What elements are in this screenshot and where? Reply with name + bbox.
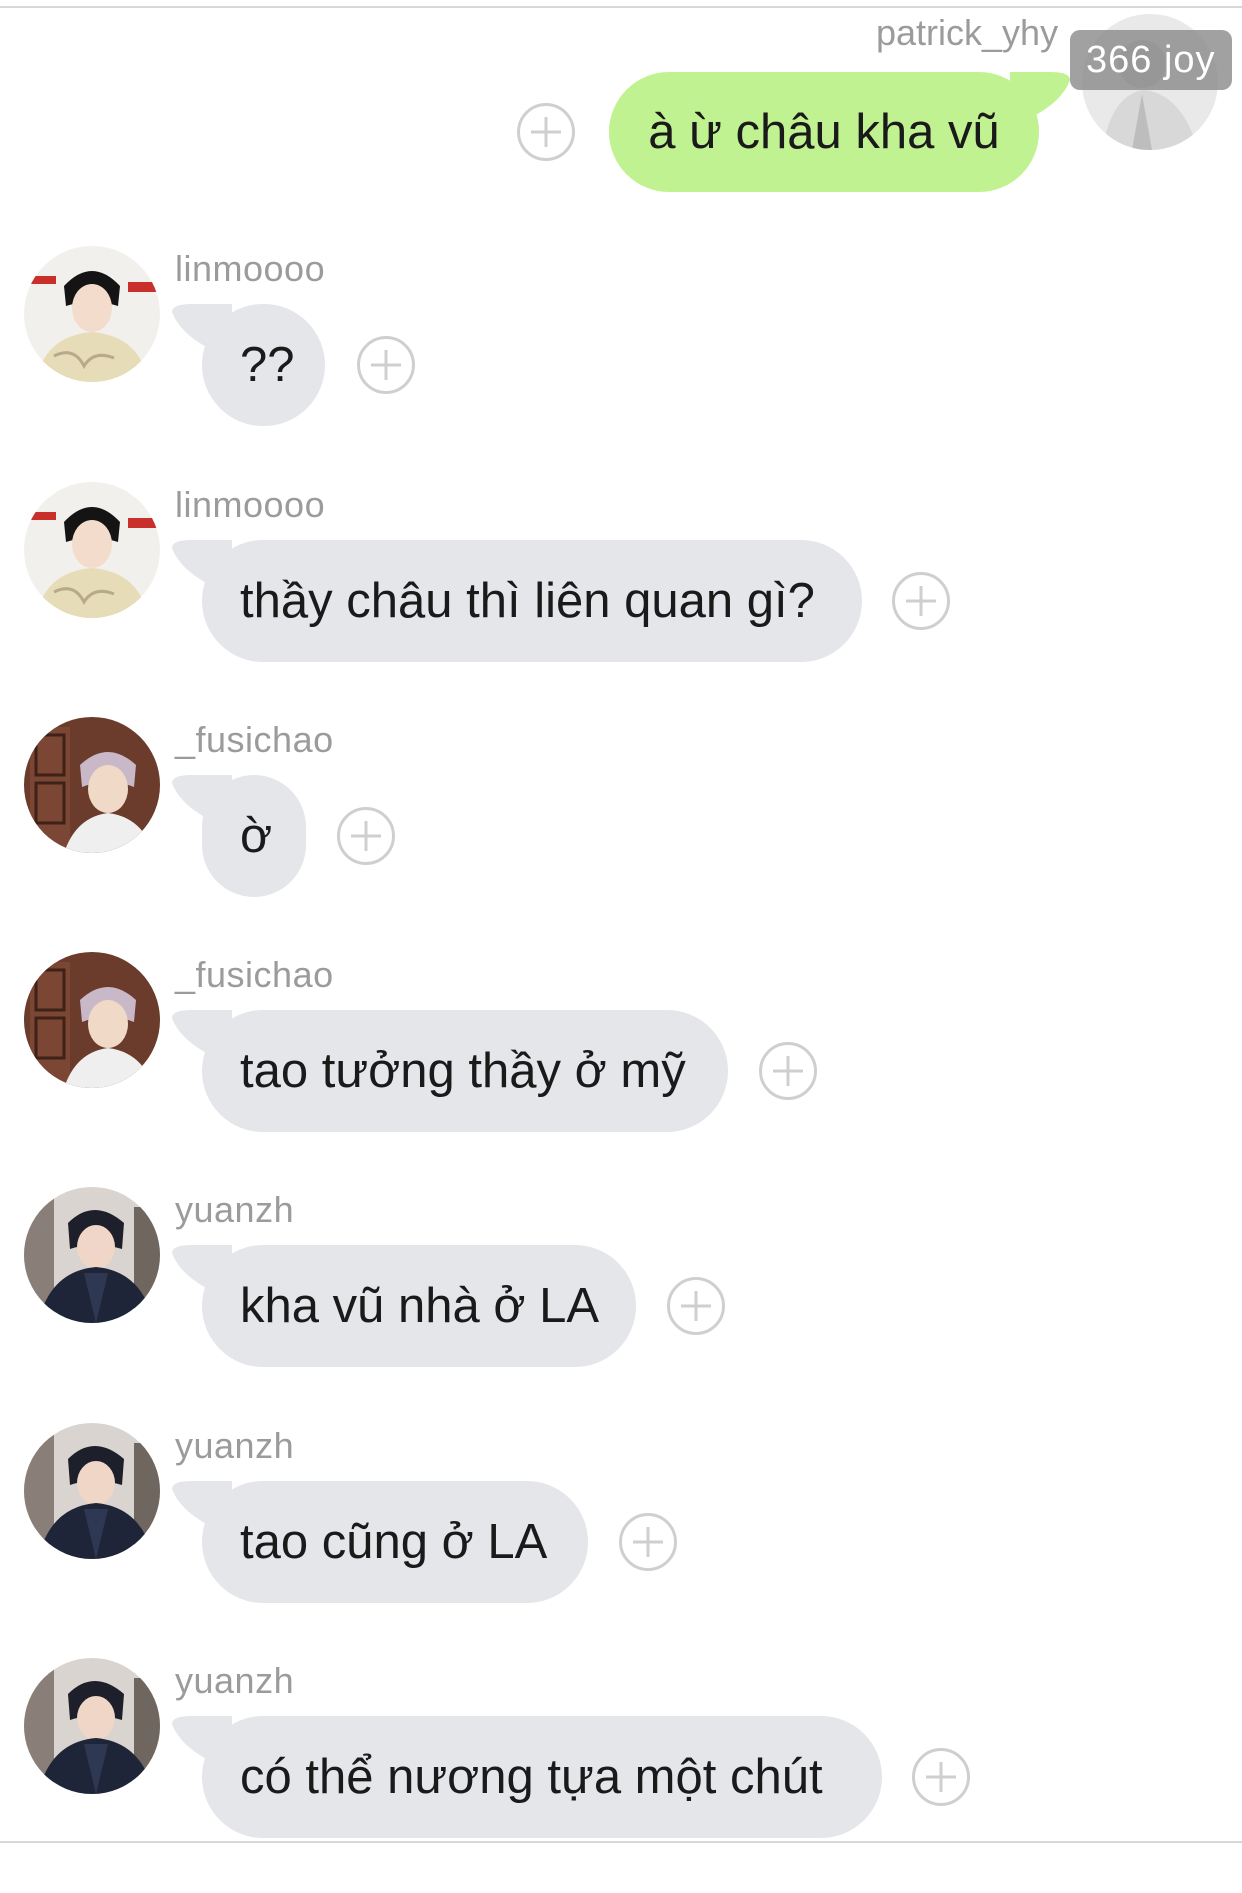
message-text: à ừ châu kha vũ bbox=[648, 105, 1000, 159]
message-row: yuanzh tao cũng ở LA bbox=[0, 1423, 1242, 1658]
message-bubble[interactable]: kha vũ nhà ở LA bbox=[202, 1245, 636, 1367]
add-reaction-icon[interactable] bbox=[357, 336, 415, 394]
message-row: linmoooo thầy châu thì liên quan gì? bbox=[0, 482, 1242, 717]
sender-name: yuanzh bbox=[175, 1425, 295, 1466]
sender-name: linmoooo bbox=[175, 248, 326, 289]
message-text: tao cũng ở LA bbox=[240, 1515, 548, 1569]
sender-name: _fusichao bbox=[175, 719, 334, 760]
message-bubble[interactable]: tao cũng ở LA bbox=[202, 1481, 588, 1603]
add-reaction-icon[interactable] bbox=[892, 572, 950, 630]
avatar[interactable] bbox=[24, 246, 160, 382]
top-divider bbox=[0, 6, 1242, 8]
message-bubble[interactable]: ờ bbox=[202, 775, 306, 897]
message-text: ờ bbox=[240, 809, 273, 863]
sender-name: linmoooo bbox=[175, 484, 326, 525]
message-text: ?? bbox=[240, 338, 295, 392]
message-row: yuanzh kha vũ nhà ở LA bbox=[0, 1187, 1242, 1422]
avatar[interactable] bbox=[24, 1187, 160, 1323]
message-text: có thể nương tựa một chút bbox=[240, 1750, 823, 1804]
message-row: _fusichao ờ bbox=[0, 717, 1242, 952]
message-text: kha vũ nhà ở LA bbox=[240, 1279, 600, 1333]
message-row: _fusichao tao tưởng thầy ở mỹ bbox=[0, 952, 1242, 1187]
message-row: linmoooo ?? bbox=[0, 246, 1242, 481]
avatar[interactable] bbox=[24, 1658, 160, 1794]
sender-name: _fusichao bbox=[175, 954, 334, 995]
avatar[interactable] bbox=[24, 717, 160, 853]
message-bubble[interactable]: à ừ châu kha vũ bbox=[609, 72, 1039, 192]
message-bubble[interactable]: ?? bbox=[202, 304, 325, 426]
avatar[interactable] bbox=[24, 1423, 160, 1559]
message-bubble[interactable]: có thể nương tựa một chút bbox=[202, 1716, 882, 1838]
add-reaction-icon[interactable] bbox=[759, 1042, 817, 1100]
message-text: thầy châu thì liên quan gì? bbox=[240, 574, 815, 628]
bottom-divider bbox=[0, 1841, 1242, 1843]
add-reaction-icon[interactable] bbox=[619, 1513, 677, 1571]
status-badge: 366 joy bbox=[1070, 30, 1232, 90]
sender-name: patrick_yhy bbox=[876, 12, 1059, 53]
avatar[interactable] bbox=[24, 952, 160, 1088]
message-bubble[interactable]: tao tưởng thầy ở mỹ bbox=[202, 1010, 728, 1132]
avatar[interactable] bbox=[24, 482, 160, 618]
message-bubble[interactable]: thầy châu thì liên quan gì? bbox=[202, 540, 862, 662]
sender-name: yuanzh bbox=[175, 1189, 295, 1230]
add-reaction-icon[interactable] bbox=[517, 103, 575, 161]
sender-name: yuanzh bbox=[175, 1660, 295, 1701]
add-reaction-icon[interactable] bbox=[667, 1277, 725, 1335]
message-row: yuanzh có thể nương tựa một chút bbox=[0, 1658, 1242, 1893]
add-reaction-icon[interactable] bbox=[912, 1748, 970, 1806]
add-reaction-icon[interactable] bbox=[337, 807, 395, 865]
message-text: tao tưởng thầy ở mỹ bbox=[240, 1044, 686, 1098]
